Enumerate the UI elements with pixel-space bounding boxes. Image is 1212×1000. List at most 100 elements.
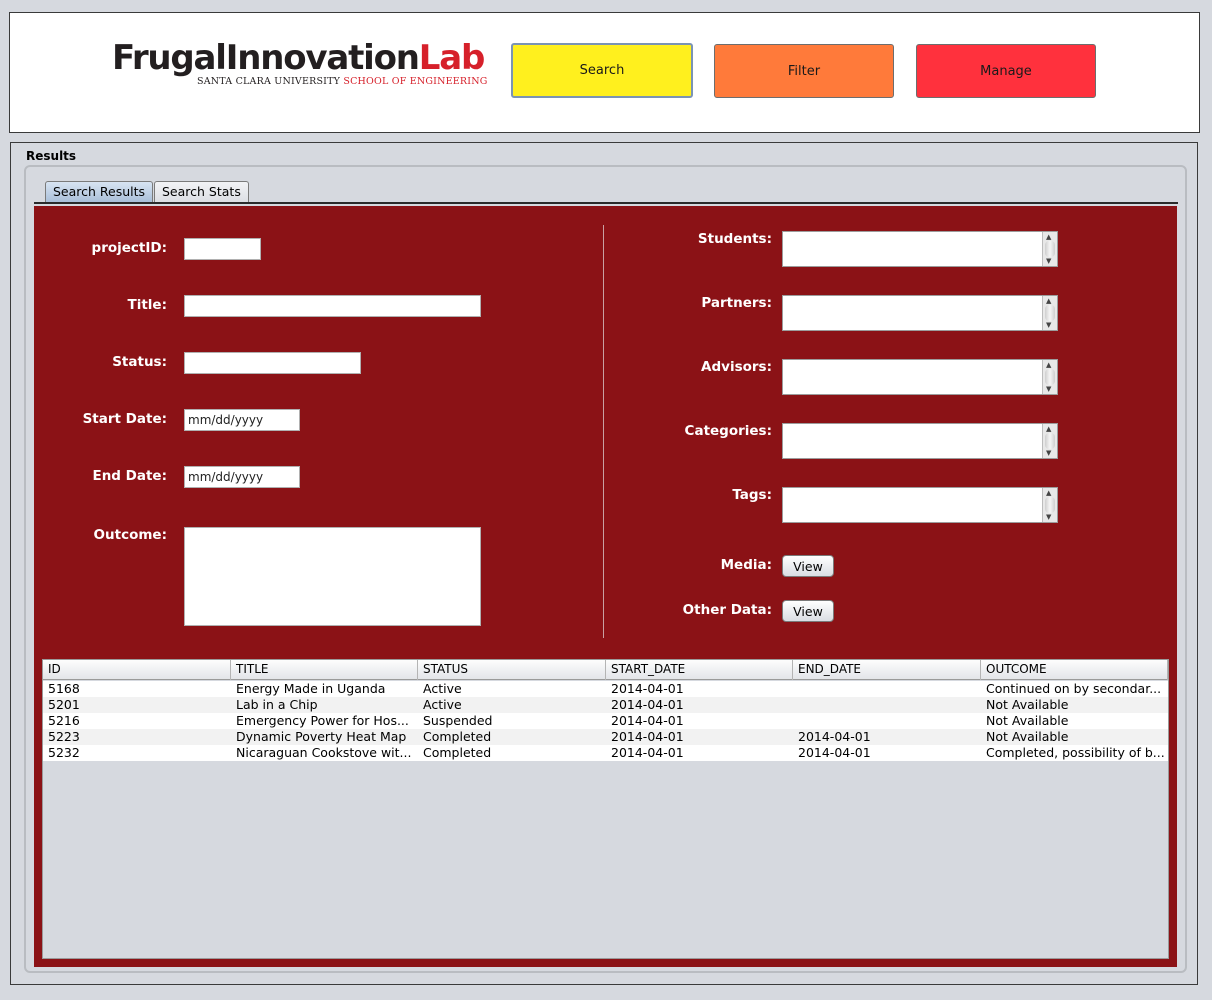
other-data-label: Other Data:	[682, 602, 772, 618]
students-list[interactable]: ▲ ▼	[782, 231, 1058, 267]
cell-end-date	[793, 697, 981, 713]
partners-label: Partners:	[701, 295, 772, 311]
partners-list[interactable]: ▲ ▼	[782, 295, 1058, 331]
search-button[interactable]: Search	[511, 43, 693, 98]
column-divider	[603, 225, 604, 638]
cell-status: Active	[423, 681, 462, 696]
tags-list[interactable]: ▲ ▼	[782, 487, 1058, 523]
partners-scrollbar[interactable]: ▲ ▼	[1042, 296, 1057, 330]
table-body: 5168 Energy Made in Uganda Active 2014-0…	[43, 681, 1168, 761]
tags-scrollbar[interactable]: ▲ ▼	[1042, 488, 1057, 522]
other-data-view-button[interactable]: View	[782, 600, 834, 622]
column-header-status[interactable]: STATUS	[418, 660, 606, 680]
cell-start-date: 2014-04-01	[611, 681, 684, 696]
table-row[interactable]: 5201 Lab in a Chip Active 2014-04-01 Not…	[43, 697, 1168, 713]
cell-id: 5201	[48, 697, 80, 712]
categories-label: Categories:	[684, 423, 772, 439]
logo-school: SCHOOL OF ENGINEERING	[343, 76, 488, 87]
results-inner-panel: Search Results Search Stats projectID: T…	[24, 165, 1187, 973]
cell-status: Active	[423, 697, 462, 712]
cell-outcome: Not Available	[986, 697, 1069, 712]
categories-list[interactable]: ▲ ▼	[782, 423, 1058, 459]
tab-search-results[interactable]: Search Results	[45, 181, 154, 202]
status-input[interactable]	[184, 352, 361, 374]
cell-id: 5232	[48, 745, 80, 760]
table-row[interactable]: 5168 Energy Made in Uganda Active 2014-0…	[43, 681, 1168, 697]
cell-id: 5223	[48, 729, 80, 744]
end-date-input[interactable]: mm/dd/yyyy	[184, 466, 300, 488]
scroll-up-icon[interactable]: ▲	[1046, 361, 1051, 369]
project-id-label: projectID:	[91, 240, 167, 256]
advisors-label: Advisors:	[701, 359, 772, 375]
scroll-down-icon[interactable]: ▼	[1046, 449, 1051, 457]
scroll-down-icon[interactable]: ▼	[1046, 513, 1051, 521]
header-panel: FrugalInnovationLab SANTA CLARA UNIVERSI…	[9, 12, 1200, 133]
cell-end-date	[793, 713, 981, 729]
logo-text-frugal: FrugalInnovation	[112, 38, 420, 78]
scroll-up-icon[interactable]: ▲	[1046, 425, 1051, 433]
cell-status: Suspended	[423, 713, 493, 728]
cell-start-date: 2014-04-01	[611, 745, 684, 760]
cell-end-date	[793, 681, 981, 697]
table-header: ID TITLE STATUS START_DATE END_DATE OUTC…	[43, 660, 1168, 680]
table-row[interactable]: 5223 Dynamic Poverty Heat Map Completed …	[43, 729, 1168, 745]
cell-outcome: Completed, possibility of b...	[986, 745, 1165, 760]
cell-outcome: Not Available	[986, 713, 1069, 728]
column-header-start-date[interactable]: START_DATE	[606, 660, 793, 680]
table-row[interactable]: 5232 Nicaraguan Cookstove wit... Complet…	[43, 745, 1168, 761]
table-row[interactable]: 5216 Emergency Power for Hos... Suspende…	[43, 713, 1168, 729]
cell-title: Energy Made in Uganda	[236, 681, 386, 696]
advisors-list[interactable]: ▲ ▼	[782, 359, 1058, 395]
students-label: Students:	[697, 231, 772, 247]
cell-title: Dynamic Poverty Heat Map	[236, 729, 407, 744]
frugal-innovation-lab-logo: FrugalInnovationLab SANTA CLARA UNIVERSI…	[112, 38, 487, 89]
project-id-input[interactable]	[184, 238, 261, 260]
column-header-title[interactable]: TITLE	[231, 660, 418, 680]
cell-title: Nicaraguan Cookstove wit...	[236, 745, 412, 760]
media-label: Media:	[720, 557, 772, 573]
manage-button[interactable]: Manage	[916, 44, 1096, 98]
results-table: ID TITLE STATUS START_DATE END_DATE OUTC…	[42, 659, 1169, 959]
cell-start-date: 2014-04-01	[611, 697, 684, 712]
cell-start-date: 2014-04-01	[611, 713, 684, 728]
scroll-down-icon[interactable]: ▼	[1046, 321, 1051, 329]
tab-search-stats[interactable]: Search Stats	[154, 181, 249, 202]
column-header-end-date[interactable]: END_DATE	[793, 660, 981, 680]
scroll-down-icon[interactable]: ▼	[1046, 257, 1051, 265]
cell-outcome: Not Available	[986, 729, 1069, 744]
outcome-label: Outcome:	[93, 527, 167, 543]
cell-end-date: 2014-04-01	[798, 729, 871, 744]
media-view-button[interactable]: View	[782, 555, 834, 577]
end-date-label: End Date:	[92, 468, 167, 484]
cell-status: Completed	[423, 745, 492, 760]
column-header-outcome[interactable]: OUTCOME	[981, 660, 1168, 680]
logo-university: SANTA CLARA UNIVERSITY	[197, 76, 341, 87]
cell-outcome: Continued on by secondar...	[986, 681, 1162, 696]
column-header-id[interactable]: ID	[43, 660, 231, 680]
cell-id: 5216	[48, 713, 80, 728]
status-label: Status:	[112, 354, 167, 370]
cell-start-date: 2014-04-01	[611, 729, 684, 744]
cell-title: Lab in a Chip	[236, 697, 318, 712]
cell-status: Completed	[423, 729, 492, 744]
scroll-up-icon[interactable]: ▲	[1046, 297, 1051, 305]
title-label: Title:	[127, 297, 167, 313]
categories-scrollbar[interactable]: ▲ ▼	[1042, 424, 1057, 458]
results-title: Results	[26, 149, 77, 163]
cell-title: Emergency Power for Hos...	[236, 713, 409, 728]
advisors-scrollbar[interactable]: ▲ ▼	[1042, 360, 1057, 394]
scroll-down-icon[interactable]: ▼	[1046, 385, 1051, 393]
cell-id: 5168	[48, 681, 80, 696]
scroll-up-icon[interactable]: ▲	[1046, 489, 1051, 497]
results-panel: Results Search Results Search Stats proj…	[10, 142, 1198, 985]
filter-button[interactable]: Filter	[714, 44, 894, 98]
scroll-up-icon[interactable]: ▲	[1046, 233, 1051, 241]
tab-divider	[34, 202, 1178, 204]
outcome-textarea[interactable]	[184, 527, 481, 626]
students-scrollbar[interactable]: ▲ ▼	[1042, 232, 1057, 266]
title-input[interactable]	[184, 295, 481, 317]
start-date-input[interactable]: mm/dd/yyyy	[184, 409, 300, 431]
cell-end-date: 2014-04-01	[798, 745, 871, 760]
tags-label: Tags:	[732, 487, 772, 503]
search-form-panel: projectID: Title: Status: Start Date: mm…	[34, 206, 1177, 967]
